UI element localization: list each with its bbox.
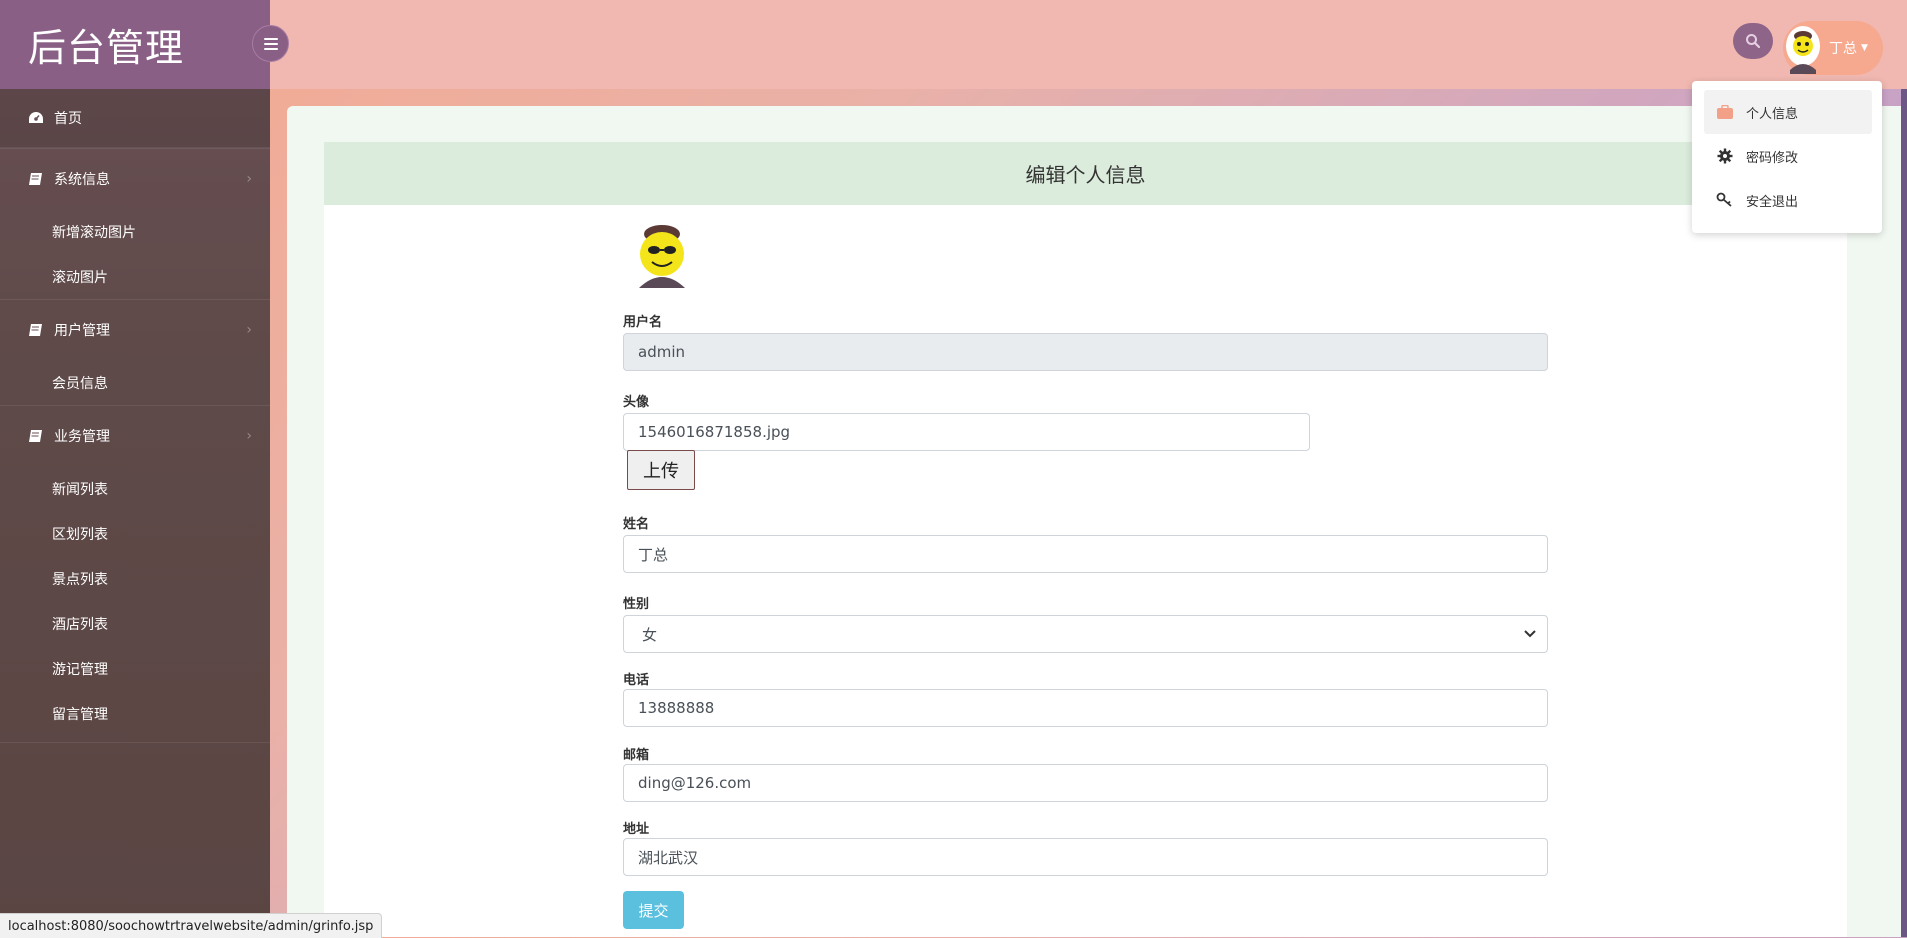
user-dropdown-menu: 个人信息 密码修改 安全退出: [1692, 81, 1882, 233]
sidebar-item-members[interactable]: 会员信息: [0, 360, 270, 405]
top-header: [270, 0, 1907, 89]
menu-icon: [263, 37, 278, 50]
sidebar-group-business[interactable]: 业务管理 ›: [0, 405, 270, 466]
sidebar-item-label: 滚动图片: [52, 269, 108, 286]
name-label: 姓名: [623, 517, 650, 532]
phone-value: 13888888: [638, 699, 715, 717]
sidebar-item-label: 留言管理: [52, 706, 108, 723]
sidebar-item-add-slide[interactable]: 新增滚动图片: [0, 209, 270, 254]
sidebar-item-label: 首页: [54, 111, 82, 127]
gender-value: 女: [642, 625, 658, 644]
gender-label: 性别: [623, 597, 650, 612]
brand: 后台管理: [0, 0, 270, 89]
book-icon: [29, 173, 42, 185]
chevron-right-icon: ›: [246, 428, 252, 444]
sidebar-group-label: 用户管理: [54, 323, 110, 339]
menu-item-logout[interactable]: 安全退出: [1704, 178, 1872, 222]
sidebar-item-label: 新增滚动图片: [52, 224, 136, 241]
menu-item-profile[interactable]: 个人信息: [1704, 90, 1872, 134]
avatar-label: 头像: [623, 395, 650, 410]
name-value: 丁总: [638, 545, 669, 564]
sidebar-item-regions[interactable]: 区划列表: [0, 511, 270, 556]
search-icon: [1746, 34, 1761, 49]
upload-button[interactable]: 上传: [627, 450, 695, 490]
sidebar-item-label: 会员信息: [52, 375, 108, 392]
username-value: admin: [638, 343, 685, 361]
phone-field[interactable]: 13888888: [623, 689, 1548, 727]
sidebar-item-news[interactable]: 新闻列表: [0, 466, 270, 511]
dashboard-icon: [29, 112, 43, 123]
avatar: [1786, 26, 1820, 74]
key-icon: [1714, 192, 1736, 208]
sidebar-group-label: 业务管理: [54, 429, 110, 445]
sidebar-item-label: 景点列表: [52, 571, 108, 588]
submit-button[interactable]: 提交: [623, 891, 684, 929]
avatar-filename-value: 1546016871858.jpg: [638, 423, 791, 441]
phone-label: 电话: [623, 673, 650, 688]
sidebar-group-system[interactable]: 系统信息 ›: [0, 148, 270, 209]
sidebar: 后台管理 首页 系统信息 › 新增滚动图片 滚动图片 用户管理 › 会员信息 业…: [0, 0, 270, 937]
username-field: admin: [623, 333, 1548, 371]
sidebar-item-label: 游记管理: [52, 661, 108, 678]
sidebar-item-label: 新闻列表: [52, 481, 108, 498]
user-menu-button[interactable]: 丁总 ▼: [1783, 21, 1883, 75]
sidebar-item-hotels[interactable]: 酒店列表: [0, 601, 270, 646]
gender-select[interactable]: 女: [623, 615, 1548, 653]
sidebar-item-home[interactable]: 首页: [0, 89, 270, 148]
avatar: [639, 225, 685, 288]
sidebar-item-label: 酒店列表: [52, 616, 108, 633]
brand-title: 后台管理: [28, 26, 185, 70]
status-url: localhost:8080/soochowtrtravelwebsite/ad…: [0, 913, 383, 938]
sidebar-item-travelogues[interactable]: 游记管理: [0, 646, 270, 691]
card-header: 编辑个人信息: [324, 142, 1847, 205]
menu-item-label: 安全退出: [1746, 194, 1799, 210]
search-button[interactable]: [1733, 23, 1773, 59]
briefcase-icon: [1714, 104, 1736, 120]
sidebar-item-label: 区划列表: [52, 526, 108, 543]
profile-card: 编辑个人信息 用户名 admin 头像 1546016871858.jpg 上传…: [324, 142, 1847, 937]
chevron-right-icon: ›: [246, 171, 252, 187]
email-value: ding@126.com: [638, 774, 752, 792]
sidebar-toggle-button[interactable]: [252, 25, 289, 62]
book-icon: [29, 430, 42, 442]
sidebar-item-slides[interactable]: 滚动图片: [0, 254, 270, 299]
address-field[interactable]: 湖北武汉: [623, 838, 1548, 876]
sidebar-group-label: 系统信息: [54, 172, 110, 188]
sidebar-item-attractions[interactable]: 景点列表: [0, 556, 270, 601]
username-label: 用户名: [623, 315, 663, 330]
sidebar-divider: [0, 742, 270, 743]
sidebar-group-users[interactable]: 用户管理 ›: [0, 299, 270, 360]
user-name: 丁总: [1829, 41, 1857, 57]
caret-down-icon: ▼: [1861, 43, 1868, 53]
email-label: 邮箱: [623, 748, 650, 763]
name-field[interactable]: 丁总: [623, 535, 1548, 573]
scrollbar[interactable]: [1901, 89, 1907, 937]
sidebar-item-messages[interactable]: 留言管理: [0, 691, 270, 736]
menu-item-label: 密码修改: [1746, 150, 1799, 166]
email-field[interactable]: ding@126.com: [623, 764, 1548, 802]
avatar-filename-field[interactable]: 1546016871858.jpg: [623, 413, 1310, 451]
book-icon: [29, 324, 42, 336]
address-value: 湖北武汉: [638, 848, 699, 867]
address-label: 地址: [623, 822, 650, 837]
menu-item-label: 个人信息: [1746, 106, 1799, 122]
chevron-right-icon: ›: [246, 322, 252, 338]
page-title: 编辑个人信息: [1025, 163, 1146, 187]
menu-item-change-password[interactable]: 密码修改: [1704, 134, 1872, 178]
gear-icon: [1714, 148, 1736, 164]
chevron-down-icon: [1524, 630, 1536, 638]
